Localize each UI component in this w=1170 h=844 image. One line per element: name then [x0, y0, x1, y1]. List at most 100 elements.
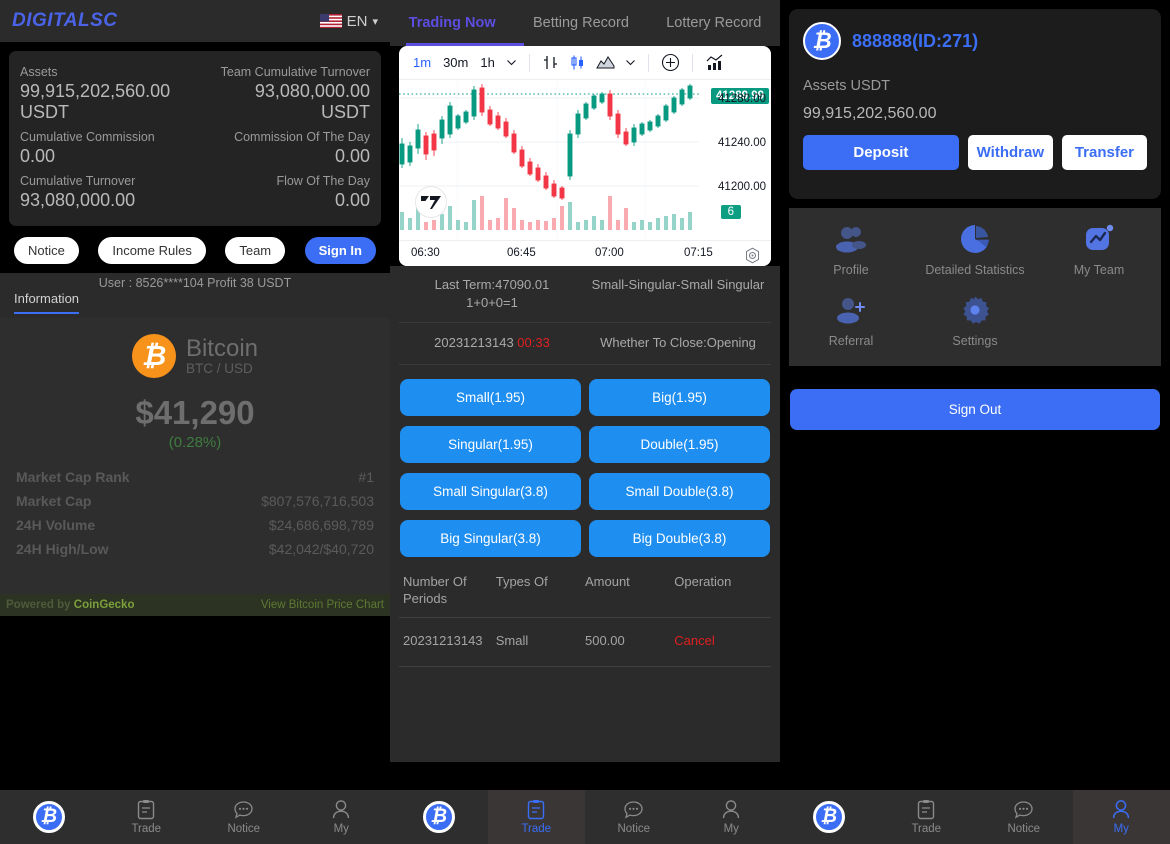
chat-bubble-icon: [234, 800, 253, 819]
cumulative-commission-label: Cumulative Commission: [20, 130, 155, 144]
withdraw-button[interactable]: Withdraw: [967, 135, 1053, 170]
nav-item-trade[interactable]: Trade: [878, 790, 976, 844]
assets-usdt-label: Assets USDT: [803, 78, 891, 94]
price-chart-card: 1m 30m 1h 41289.99 41280.00 41240.00 412…: [399, 46, 771, 266]
chart-body[interactable]: 41289.99 41280.00 41240.00 41200.00 6 06…: [399, 80, 771, 266]
menu-item-profile[interactable]: Profile: [789, 224, 913, 281]
current-period-block: 20231213143 00:33: [399, 334, 585, 352]
tab-trading-now[interactable]: Trading Now: [409, 15, 496, 31]
deposit-button[interactable]: Deposit: [803, 135, 959, 170]
chevron-down-icon[interactable]: [501, 57, 522, 68]
candlestick-plot: [399, 80, 699, 240]
chevron-down-icon[interactable]: [620, 57, 641, 68]
chat-bubble-icon: [1014, 800, 1033, 819]
coingecko-attribution-bar: Powered by CoinGecko View Bitcoin Price …: [0, 594, 390, 616]
cumulative-turnover-value: 93,080,000.00: [20, 190, 136, 210]
time-axis[interactable]: 06:30 06:45 07:00 07:15: [399, 240, 771, 266]
price-axis[interactable]: 41289.99 41280.00 41240.00 41200.00 6: [699, 80, 771, 240]
nav-segment-2: ₿ Trade Notice My: [390, 790, 780, 844]
toolbar-divider: [528, 53, 530, 72]
middle-tabbar: Trading Now Betting Record Lottery Recor…: [390, 0, 780, 46]
notice-button[interactable]: Notice: [14, 237, 79, 264]
stat-label: 24H High/Low: [16, 541, 109, 557]
menu-item-detailed-statistics[interactable]: Detailed Statistics: [913, 224, 1037, 281]
income-rules-button[interactable]: Income Rules: [98, 237, 206, 264]
nav-item-notice[interactable]: Notice: [195, 790, 293, 844]
transfer-button[interactable]: Transfer: [1061, 135, 1147, 170]
timeframe-1m[interactable]: 1m: [407, 55, 437, 70]
bitcoin-coin-icon: ₿: [32, 801, 65, 833]
coin-name: Bitcoin: [185, 334, 259, 362]
app-logo: DIGITALSC: [12, 10, 118, 31]
nav-item-notice[interactable]: Notice: [975, 790, 1073, 844]
timeframe-1h[interactable]: 1h: [474, 55, 500, 70]
flow-day-value: 0.00: [334, 190, 370, 210]
column-header-types: Types Of: [495, 573, 548, 589]
middle-panel: Trading Now Betting Record Lottery Recor…: [390, 0, 780, 790]
cancel-bet-link[interactable]: Cancel: [674, 632, 771, 650]
nav-item-coin[interactable]: ₿: [780, 790, 878, 844]
powered-by-label: Powered by: [6, 599, 71, 611]
bet-button-double[interactable]: Double(1.95): [589, 425, 770, 463]
candlestick-icon[interactable]: [564, 54, 591, 71]
tab-lottery-record[interactable]: Lottery Record: [666, 15, 761, 31]
timeframe-30m[interactable]: 30m: [437, 55, 474, 70]
coin-change-percent: (0.28%): [168, 434, 222, 451]
compare-chart-icon[interactable]: [700, 54, 730, 71]
bet-button-small-singular[interactable]: Small Singular(3.8): [400, 472, 581, 510]
assets-value: 99,915,202,560.00 USDT: [20, 81, 171, 122]
bitcoin-coin-icon: ₿: [422, 801, 455, 833]
nav-item-trade[interactable]: Trade: [98, 790, 196, 844]
tab-betting-record[interactable]: Betting Record: [533, 15, 629, 31]
nav-item-my[interactable]: My: [293, 790, 391, 844]
stat-value: #1: [358, 469, 374, 485]
pie-chart-icon: [960, 224, 990, 254]
bar-chart-icon[interactable]: [537, 54, 564, 71]
bet-button-small[interactable]: Small(1.95): [400, 378, 581, 416]
team-button[interactable]: Team: [225, 237, 286, 264]
bitcoin-coin-icon: ₿: [812, 801, 845, 833]
user-account-card: ₿ 888888(ID:271) Assets USDT 99,915,202,…: [789, 9, 1161, 199]
bet-button-singular[interactable]: Singular(1.95): [400, 425, 581, 463]
view-bitcoin-price-chart-link[interactable]: View Bitcoin Price Chart: [261, 599, 384, 611]
sign-out-button[interactable]: Sign Out: [790, 389, 1160, 430]
plus-circle-icon[interactable]: [656, 53, 685, 72]
nav-item-coin[interactable]: ₿: [0, 790, 98, 844]
last-term-sum: 1+0+0=1: [466, 294, 518, 310]
nav-item-my[interactable]: My: [1072, 790, 1170, 844]
mountain-area-icon[interactable]: [591, 55, 620, 70]
bitcoin-avatar-icon: ₿: [803, 22, 841, 60]
menu-item-my-team[interactable]: My Team: [1037, 224, 1161, 281]
menu-label-detailed-statistics: Detailed Statistics: [925, 263, 1025, 277]
language-selector[interactable]: EN ▾: [319, 13, 378, 30]
time-tick: 06:45: [507, 247, 536, 259]
nav-label-notice: Notice: [227, 822, 261, 835]
menu-item-settings[interactable]: Settings: [913, 295, 1037, 352]
menu-item-referral[interactable]: Referral: [789, 295, 913, 352]
tradingview-watermark-icon: [415, 186, 447, 218]
information-tabstrip: Information: [0, 290, 390, 318]
sign-in-button[interactable]: Sign In: [304, 237, 376, 264]
team-turnover-value: 93,080,000.00 USDT: [254, 81, 370, 122]
nav-item-trade[interactable]: Trade: [487, 790, 585, 844]
bet-options-grid: Small(1.95) Big(1.95) Singular(1.95) Dou…: [390, 364, 780, 569]
bet-button-big-singular[interactable]: Big Singular(3.8): [400, 519, 581, 557]
nav-item-my[interactable]: My: [683, 790, 781, 844]
stat-value: $42,042/$40,720: [268, 541, 374, 557]
nav-label-trade: Trade: [521, 823, 552, 835]
bet-button-big[interactable]: Big(1.95): [589, 378, 770, 416]
nav-item-coin[interactable]: ₿: [390, 790, 488, 844]
menu-label-referral: Referral: [828, 334, 874, 348]
bet-button-big-double[interactable]: Big Double(3.8): [589, 519, 770, 557]
crosshair-target-icon[interactable]: [744, 247, 761, 264]
person-icon: [723, 800, 740, 819]
commission-day-label: Commission Of The Day: [234, 130, 370, 144]
tab-information[interactable]: Information: [14, 291, 80, 314]
left-header: DIGITALSC EN ▾: [0, 0, 390, 42]
person-icon: [1113, 800, 1130, 819]
app-screen: DIGITALSC EN ▾ Assets Team Cumulative Tu…: [0, 0, 1170, 844]
stat-row: Market Cap $807,576,716,503: [16, 489, 374, 513]
close-status: Whether To Close:Opening: [600, 335, 756, 351]
bet-button-small-double[interactable]: Small Double(3.8): [589, 472, 770, 510]
nav-item-notice[interactable]: Notice: [585, 790, 683, 844]
